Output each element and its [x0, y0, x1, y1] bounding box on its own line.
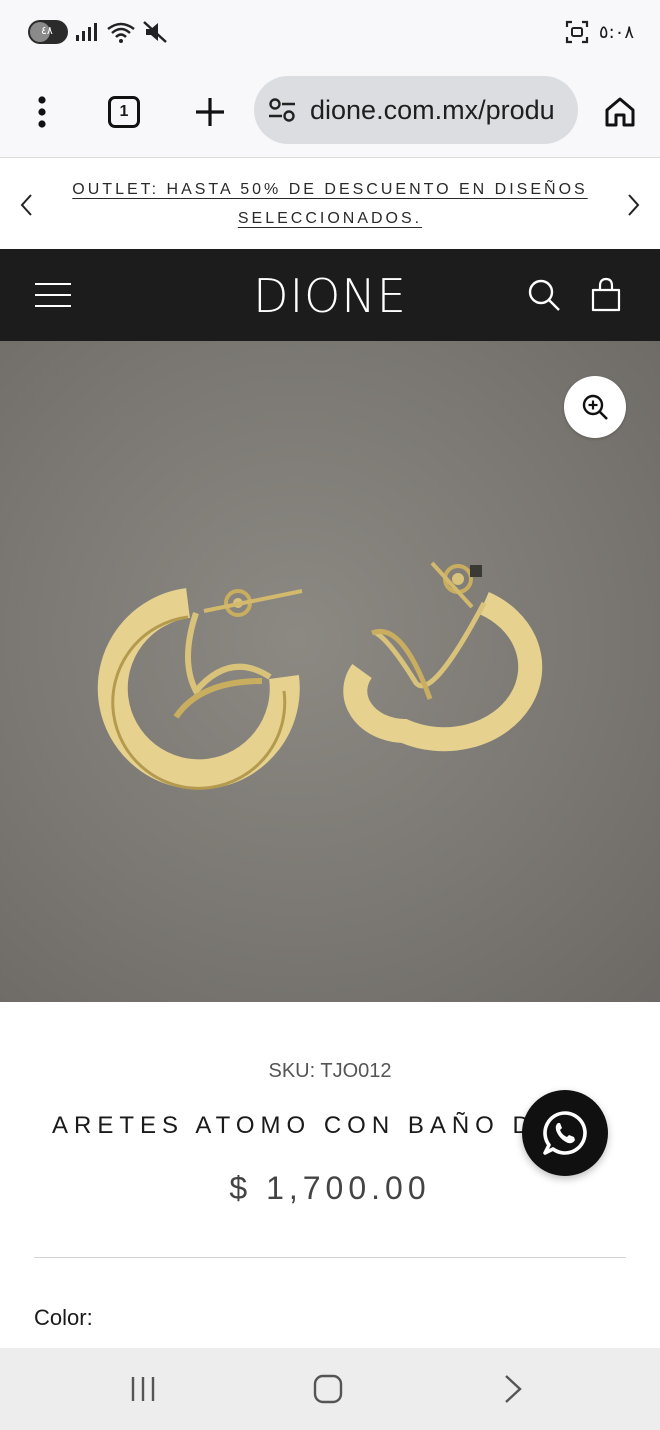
- product-title: ARETES ATOMO CON BAÑO DE: [52, 1112, 558, 1139]
- announcement-next-button[interactable]: [614, 185, 654, 225]
- signal-icon: [76, 23, 97, 41]
- whatsapp-icon: [543, 1111, 587, 1155]
- zoom-button[interactable]: [564, 376, 626, 438]
- color-label: Color:: [34, 1305, 93, 1330]
- search-icon: [528, 279, 560, 311]
- announcement-text[interactable]: OUTLET: HASTA 50% DE DESCUENTO EN DISEÑO…: [72, 181, 587, 227]
- site-settings-icon[interactable]: [268, 97, 296, 123]
- screenshot-icon: [565, 20, 589, 44]
- recent-apps-button[interactable]: [118, 1366, 168, 1412]
- battery-pill: ٤٨: [28, 20, 68, 44]
- clock: ٥:٠٨: [598, 21, 634, 43]
- status-left: ٤٨: [28, 20, 168, 44]
- chevron-right-icon: [628, 194, 640, 216]
- product-image[interactable]: [0, 341, 660, 1002]
- system-nav-bar: [0, 1348, 660, 1430]
- tab-count: 1: [119, 103, 129, 120]
- whatsapp-button[interactable]: [522, 1090, 608, 1176]
- earrings-illustration: [97, 561, 543, 790]
- more-vert-icon[interactable]: [16, 86, 68, 138]
- product-sku: SKU: TJO012: [268, 1060, 392, 1082]
- search-button[interactable]: [524, 275, 564, 315]
- plus-icon: [196, 98, 224, 126]
- recent-apps-icon: [131, 1377, 155, 1401]
- home-icon: [605, 97, 635, 127]
- chevron-right-nav-icon: [505, 1375, 522, 1403]
- zoom-in-icon: [582, 394, 608, 420]
- bag-icon: [591, 277, 621, 312]
- home-nav-button[interactable]: [303, 1366, 353, 1412]
- announcement-bar: OUTLET: HASTA 50% DE DESCUENTO EN DISEÑO…: [0, 159, 660, 249]
- browser-toolbar: 1 dione.com.mx/produ: [0, 68, 660, 158]
- chevron-left-icon: [20, 194, 32, 216]
- wifi-icon: [107, 22, 135, 43]
- status-right: ٥:٠٨: [565, 20, 634, 44]
- url-text[interactable]: dione.com.mx/produ: [310, 95, 555, 126]
- battery-text: ٤٨: [41, 24, 53, 37]
- home-button[interactable]: [594, 86, 646, 138]
- mute-icon: [143, 21, 167, 43]
- announcement-prev-button[interactable]: [6, 185, 46, 225]
- divider: [34, 1257, 626, 1258]
- announcement-link[interactable]: OUTLET: HASTA 50% DE DESCUENTO EN DISEÑO…: [58, 175, 602, 233]
- status-bar: ٤٨ ٥:٠٨: [0, 0, 660, 68]
- url-bar[interactable]: dione.com.mx/produ: [254, 76, 578, 144]
- back-nav-button[interactable]: [488, 1366, 538, 1412]
- site-header: DIONE: [0, 249, 660, 341]
- new-tab-button[interactable]: [184, 86, 236, 138]
- tabs-button[interactable]: 1: [98, 86, 150, 138]
- cart-button[interactable]: [586, 275, 626, 315]
- tabs-icon: 1: [108, 96, 140, 128]
- home-nav-icon: [313, 1374, 343, 1404]
